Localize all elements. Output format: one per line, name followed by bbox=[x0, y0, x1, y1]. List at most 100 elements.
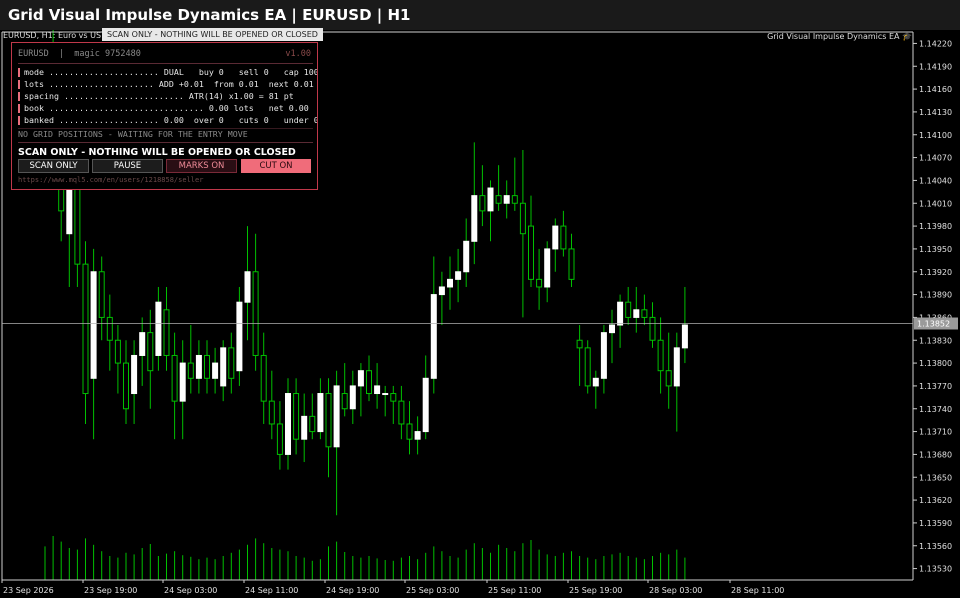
price-tick-label: 1.14190 bbox=[919, 62, 952, 71]
time-tick-label: 24 Sep 19:00 bbox=[326, 586, 379, 595]
time-tick-label: 28 Sep 03:00 bbox=[649, 586, 702, 595]
candle-bear bbox=[649, 316, 656, 341]
candle-bull bbox=[212, 362, 219, 379]
marks-on-button[interactable]: MARKS ON bbox=[166, 159, 237, 173]
candle-bear bbox=[82, 263, 89, 395]
row-accent-bar bbox=[18, 116, 20, 125]
candle-bull bbox=[349, 385, 356, 410]
candle-bear bbox=[665, 370, 672, 387]
ea-name-label: Grid Visual Impulse Dynamics EA 🎓 bbox=[767, 32, 912, 41]
candle-bull bbox=[617, 301, 624, 326]
candle-bear bbox=[276, 423, 283, 455]
scan-only-status: SCAN ONLY - NOTHING WILL BE OPENED OR CL… bbox=[18, 147, 296, 158]
candle-bull bbox=[609, 324, 615, 334]
candle-bull bbox=[317, 393, 324, 433]
book-row: book ............................... 0.0… bbox=[18, 103, 316, 114]
divider bbox=[18, 142, 313, 143]
mode-row-text: mode ...................... DUAL buy 0 s… bbox=[24, 67, 318, 77]
price-tick-label: 1.14130 bbox=[919, 108, 952, 117]
candle-bear bbox=[511, 195, 518, 204]
candle-bull bbox=[301, 415, 308, 440]
time-tick-label: 25 Sep 19:00 bbox=[569, 586, 622, 595]
candle-bear bbox=[204, 354, 210, 379]
candle-bear bbox=[171, 354, 178, 402]
candle-bull bbox=[673, 347, 680, 387]
candle-bull bbox=[544, 248, 551, 288]
price-tick-label: 1.14070 bbox=[919, 154, 952, 163]
pause-button[interactable]: PAUSE bbox=[92, 159, 163, 173]
time-tick-label: 28 Sep 11:00 bbox=[731, 586, 784, 595]
price-tick-label: 1.13530 bbox=[919, 565, 952, 574]
candle-bull bbox=[285, 393, 291, 455]
price-tick-label: 1.14220 bbox=[919, 39, 952, 48]
candle-bull bbox=[463, 240, 470, 273]
price-tick-label: 1.13590 bbox=[919, 519, 952, 528]
price-tick-label: 1.13950 bbox=[919, 245, 952, 254]
candle-bull bbox=[552, 225, 559, 250]
candle-bear bbox=[657, 339, 664, 372]
scan-only-button[interactable]: SCAN ONLY bbox=[18, 159, 89, 173]
price-tick-label: 1.13770 bbox=[919, 382, 952, 391]
candle-bear bbox=[268, 400, 275, 425]
price-tick-label: 1.13560 bbox=[919, 542, 952, 551]
candle-bear bbox=[366, 370, 372, 395]
candle-bull bbox=[447, 278, 453, 288]
candle-bear bbox=[406, 423, 413, 440]
candle-bear bbox=[341, 393, 348, 410]
candle-bull bbox=[455, 271, 462, 280]
candle-bear bbox=[106, 316, 113, 341]
candle-bull bbox=[600, 332, 607, 379]
panel-header: EURUSD | magic 9752480 bbox=[18, 49, 141, 59]
candle-bull bbox=[90, 271, 97, 379]
candle-bear bbox=[260, 354, 267, 402]
time-tick-label: 25 Sep 03:00 bbox=[406, 586, 459, 595]
time-tick-label: 24 Sep 11:00 bbox=[245, 586, 298, 595]
candle-bear bbox=[123, 362, 129, 410]
candle-bear bbox=[163, 309, 170, 356]
cut-on-button[interactable]: CUT ON bbox=[241, 159, 311, 173]
candle-bull bbox=[592, 377, 599, 387]
candle-bear bbox=[519, 202, 526, 235]
banked-row: banked .................... 0.00 over 0 … bbox=[18, 115, 317, 126]
window-title: Grid Visual Impulse Dynamics EA | EURUSD… bbox=[0, 0, 960, 30]
row-accent-bar bbox=[18, 80, 20, 89]
candle-bear bbox=[560, 225, 567, 250]
candle-bear bbox=[114, 339, 121, 364]
candle-bull bbox=[333, 385, 340, 448]
price-tick-label: 1.14160 bbox=[919, 85, 952, 94]
spacing-row-text: spacing ........................ ATR(14)… bbox=[24, 91, 294, 101]
candle-bear bbox=[309, 415, 316, 433]
candle-bull bbox=[422, 377, 429, 433]
candle-bear bbox=[479, 195, 486, 212]
ea-control-panel: EURUSD | magic 9752480 v1.00 mode ......… bbox=[11, 42, 318, 190]
candle-bull bbox=[414, 431, 421, 440]
current-price-label: 1.13852 bbox=[917, 320, 950, 329]
candle-bear bbox=[625, 301, 632, 318]
row-accent-bar bbox=[18, 104, 20, 113]
candle-bull bbox=[503, 195, 510, 204]
time-tick-label: 23 Sep 2026 bbox=[3, 586, 54, 595]
lots-row: lots ..................... ADD +0.01 fro… bbox=[18, 79, 316, 90]
price-tick-label: 1.13920 bbox=[919, 268, 952, 277]
row-accent-bar bbox=[18, 68, 20, 77]
candle-bear bbox=[495, 195, 502, 204]
candle-bull bbox=[131, 354, 138, 395]
candle-bull bbox=[155, 301, 162, 356]
price-tick-label: 1.13710 bbox=[919, 428, 952, 437]
candle-bear bbox=[98, 271, 105, 318]
mode-row: mode ...................... DUAL buy 0 s… bbox=[18, 67, 318, 78]
candle-bull bbox=[357, 370, 364, 387]
candle-bear bbox=[641, 309, 648, 318]
waiting-status: NO GRID POSITIONS - WAITING FOR THE ENTR… bbox=[18, 129, 248, 139]
candle-bull bbox=[220, 347, 227, 387]
price-tick-label: 1.13680 bbox=[919, 450, 952, 459]
candle-bull bbox=[438, 286, 445, 296]
candle-bull bbox=[244, 271, 251, 303]
price-tick-label: 1.14100 bbox=[919, 131, 952, 140]
divider bbox=[18, 63, 313, 64]
price-tick-label: 1.13740 bbox=[919, 405, 952, 414]
scan-only-banner: SCAN ONLY - NOTHING WILL BE OPENED OR CL… bbox=[102, 28, 323, 41]
candle-bull bbox=[487, 187, 494, 212]
seller-url[interactable]: https://www.mql5.com/en/users/1218858/se… bbox=[18, 176, 203, 184]
price-tick-label: 1.13830 bbox=[919, 336, 952, 345]
